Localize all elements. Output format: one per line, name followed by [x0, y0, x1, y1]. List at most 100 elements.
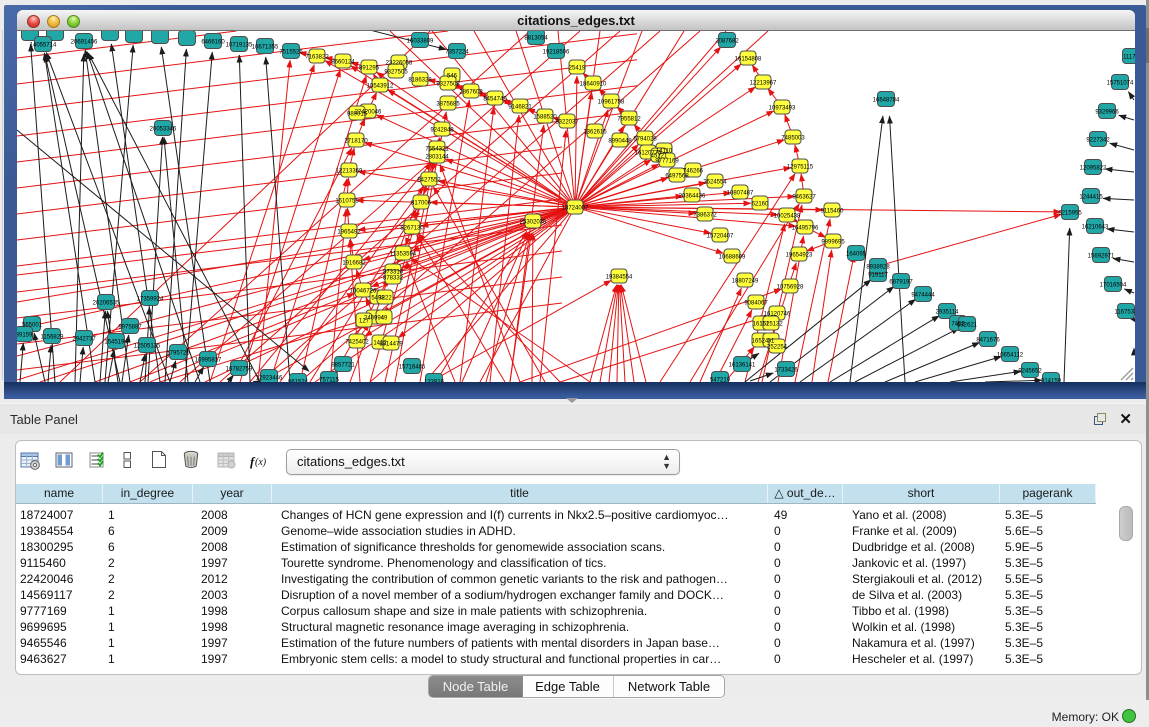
- svg-text:6879197: 6879197: [889, 280, 913, 286]
- svg-text:10654112: 10654112: [997, 353, 1024, 359]
- svg-text:18640910: 18640910: [580, 82, 607, 88]
- svg-text:1795725: 1795725: [166, 351, 190, 357]
- svg-text:252254: 252254: [767, 345, 788, 351]
- svg-text:891295: 891295: [359, 66, 380, 72]
- svg-text:565001: 565001: [22, 323, 43, 329]
- svg-text:9146821: 9146821: [508, 105, 532, 111]
- svg-text:16120746: 16120746: [764, 312, 791, 318]
- svg-text:15751074: 15751074: [1107, 81, 1134, 87]
- svg-text:20206535: 20206535: [93, 301, 120, 307]
- svg-text:16033809: 16033809: [407, 39, 434, 45]
- svg-text:7386372: 7386372: [693, 213, 717, 219]
- svg-text:9777169: 9777169: [655, 159, 679, 165]
- svg-text:3875685: 3875685: [436, 102, 460, 108]
- svg-text:7425402: 7425402: [345, 340, 369, 346]
- svg-text:10688609: 10688609: [719, 255, 746, 261]
- svg-text:9975887: 9975887: [118, 325, 142, 331]
- svg-text:9463627: 9463627: [792, 195, 816, 201]
- svg-text:20691406: 20691406: [71, 40, 98, 46]
- svg-text:9245652: 9245652: [1018, 369, 1042, 375]
- svg-text:8215955: 8215955: [1058, 211, 1082, 217]
- svg-text:1610755: 1610755: [335, 199, 359, 205]
- svg-text:18724007: 18724007: [562, 206, 589, 212]
- svg-text:17359924: 17359924: [137, 297, 164, 303]
- svg-text:23226058: 23226058: [386, 61, 413, 67]
- svg-text:2087682: 2087682: [715, 39, 739, 45]
- svg-text:8267130: 8267130: [400, 226, 424, 232]
- svg-text:3222: 3222: [378, 296, 392, 302]
- svg-text:989015: 989015: [347, 112, 368, 118]
- svg-text:8914479: 8914479: [379, 342, 403, 348]
- svg-text:127: 127: [359, 319, 370, 325]
- svg-text:12975115: 12975115: [787, 165, 814, 171]
- svg-text:6794028: 6794028: [633, 137, 657, 143]
- svg-text:10756928: 10756928: [777, 285, 804, 291]
- svg-text:164095: 164095: [846, 252, 867, 258]
- svg-text:18807249: 18807249: [732, 279, 759, 285]
- svg-text:10025438: 10025438: [774, 214, 801, 220]
- svg-text:25419: 25419: [569, 66, 586, 72]
- svg-text:6497568: 6497568: [665, 174, 689, 180]
- svg-text:8990448: 8990448: [608, 139, 632, 145]
- svg-text:62160: 62160: [752, 202, 769, 208]
- svg-text:1362615: 1362615: [583, 130, 607, 136]
- svg-text:2867608: 2867608: [459, 90, 483, 96]
- svg-text:20364436: 20364436: [679, 194, 706, 200]
- svg-text:8322037: 8322037: [555, 120, 579, 126]
- svg-text:7654321: 7654321: [425, 147, 449, 153]
- svg-text:8186328: 8186328: [408, 78, 432, 84]
- svg-text:16495796: 16495796: [792, 226, 819, 232]
- svg-text:8454749: 8454749: [483, 97, 507, 103]
- svg-text:7515526: 7515526: [279, 50, 303, 56]
- svg-text:9327505: 9327505: [384, 70, 408, 76]
- svg-text:817006: 817006: [411, 201, 432, 207]
- svg-text:1545194: 1545194: [104, 340, 128, 346]
- svg-text:7163822: 7163822: [305, 55, 329, 61]
- svg-text:16210643: 16210643: [1082, 225, 1109, 231]
- svg-text:10995817: 10995817: [195, 358, 222, 364]
- svg-text:2935114: 2935114: [936, 310, 960, 316]
- svg-text:19218506: 19218506: [543, 50, 570, 56]
- svg-text:9327508: 9327508: [436, 82, 460, 88]
- svg-text:9474444: 9474444: [911, 293, 935, 299]
- svg-text:17016504: 17016504: [1100, 283, 1127, 289]
- svg-text:9899695: 9899695: [821, 240, 845, 246]
- svg-text:12095822: 12095822: [1080, 166, 1107, 172]
- svg-text:2803144: 2803144: [425, 155, 449, 161]
- svg-text:12213369: 12213369: [336, 169, 363, 175]
- svg-text:11353594: 11353594: [390, 252, 417, 258]
- svg-text:7357224: 7357224: [445, 50, 469, 56]
- svg-text:19654923: 19654923: [786, 253, 813, 259]
- svg-text:16136141: 16136141: [729, 363, 756, 369]
- svg-text:1167533: 1167533: [1115, 310, 1135, 316]
- svg-text:39159: 39159: [17, 333, 33, 339]
- svg-text:878332: 878332: [383, 276, 404, 282]
- svg-text:9084067: 9084067: [744, 301, 768, 307]
- svg-text:15692971: 15692971: [1088, 254, 1115, 260]
- svg-text:1156829: 1156829: [41, 335, 65, 341]
- svg-text:10719135: 10719135: [226, 43, 253, 49]
- svg-text:7955812: 7955812: [617, 117, 641, 123]
- svg-text:16782759: 16782759: [226, 367, 253, 373]
- svg-text:9329966: 9329966: [1095, 110, 1119, 116]
- svg-text:546: 546: [447, 74, 458, 80]
- svg-text:12505135: 12505135: [134, 344, 161, 350]
- svg-text:49: 49: [381, 316, 388, 322]
- svg-text:12923446: 12923446: [256, 376, 283, 382]
- svg-text:919117: 919117: [868, 273, 888, 279]
- svg-text:1916682: 1916682: [342, 261, 366, 267]
- svg-text:14055714: 14055714: [30, 43, 57, 49]
- svg-text:16154808: 16154808: [735, 57, 762, 63]
- svg-text:10973493: 10973493: [769, 106, 796, 112]
- svg-text:2718170: 2718170: [344, 139, 368, 145]
- svg-text:15720407: 15720407: [707, 234, 734, 240]
- svg-text:1588520: 1588520: [533, 115, 557, 121]
- svg-text:10807487: 10807487: [727, 191, 754, 197]
- svg-text:8427552: 8427552: [417, 178, 441, 184]
- svg-text:19384554: 19384554: [606, 275, 633, 281]
- svg-text:3624554: 3624554: [703, 180, 727, 186]
- svg-text:11175: 11175: [1123, 55, 1135, 61]
- svg-text:7485003: 7485003: [781, 136, 805, 142]
- svg-text:10671355: 10671355: [252, 45, 279, 51]
- svg-text:8660124: 8660124: [331, 60, 355, 66]
